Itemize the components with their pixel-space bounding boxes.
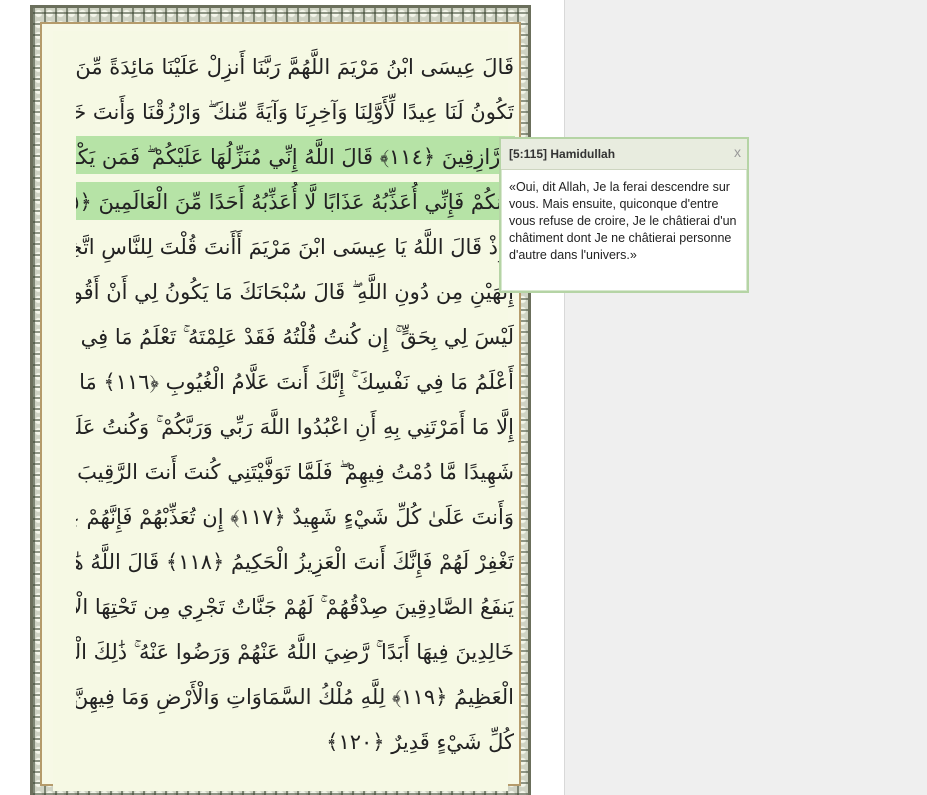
left-margin: [0, 0, 30, 795]
verse-line[interactable]: كُلِّ شَيْءٍ قَدِيرٌ ﴿١٢٠﴾: [76, 722, 514, 762]
verse-line[interactable]: وَإِذْ قَالَ اللَّهُ يَا عِيسَى ابْنَ مَ…: [76, 227, 514, 267]
verse-line[interactable]: خَالِدِينَ فِيهَا أَبَدًا ۚ رَّضِيَ اللَ…: [76, 632, 514, 672]
verse-lines: قَالَ عِيسَى ابْنُ مَرْيَمَ اللَّهُمَّ ر…: [60, 0, 530, 795]
translation-text: «Oui, dit Allah, Je la ferai descendre s…: [509, 180, 737, 262]
tooltip-header: [5:115] Hamidullah x: [501, 139, 747, 170]
verse-line[interactable]: مِنكُمْ فَإِنِّي أُعَذِّبُهُ عَذَابًا لَ…: [76, 182, 514, 222]
verse-line[interactable]: أَعْلَمُ مَا فِي نَفْسِكَ ۚ إِنَّكَ أَنت…: [76, 362, 514, 402]
verse-line[interactable]: وَأَنتَ عَلَىٰ كُلِّ شَيْءٍ شَهِيدٌ ﴿١١٧…: [76, 497, 514, 537]
side-panel-background: [564, 0, 927, 795]
close-icon[interactable]: x: [734, 144, 741, 160]
verse-line[interactable]: قَالَ عِيسَى ابْنُ مَرْيَمَ اللَّهُمَّ ر…: [76, 47, 514, 87]
verse-line[interactable]: إِلَّا مَا أَمَرْتَنِي بِهِ أَنِ اعْبُدُ…: [76, 407, 514, 447]
verse-line[interactable]: الرَّازِقِينَ ﴿١١٤﴾ قَالَ اللَّهُ إِنِّي…: [76, 137, 514, 177]
verse-line[interactable]: شَهِيدًا مَّا دُمْتُ فِيهِمْ ۖ فَلَمَّا …: [76, 452, 514, 492]
page-gutter: [531, 0, 564, 795]
verse-line[interactable]: يَنفَعُ الصَّادِقِينَ صِدْقُهُمْ ۚ لَهُم…: [76, 587, 514, 627]
tooltip-title: [5:115] Hamidullah: [509, 147, 616, 161]
verse-line[interactable]: تَغْفِرْ لَهُمْ فَإِنَّكَ أَنتَ الْعَزِي…: [76, 542, 514, 582]
verse-line[interactable]: إِلَٰهَيْنِ مِن دُونِ اللَّهِ ۖ قَالَ سُ…: [76, 272, 514, 312]
verse-line[interactable]: الْعَظِيمُ ﴿١١٩﴾ لِلَّهِ مُلْكُ السَّمَا…: [76, 677, 514, 717]
verse-line[interactable]: تَكُونُ لَنَا عِيدًا لِّأَوَّلِنَا وَآخِ…: [76, 92, 514, 132]
translation-tooltip: [5:115] Hamidullah x «Oui, dit Allah, Je…: [499, 137, 749, 293]
verse-line[interactable]: لَيْسَ لِي بِحَقٍّ ۚ إِن كُنتُ قُلْتُهُ …: [76, 317, 514, 357]
